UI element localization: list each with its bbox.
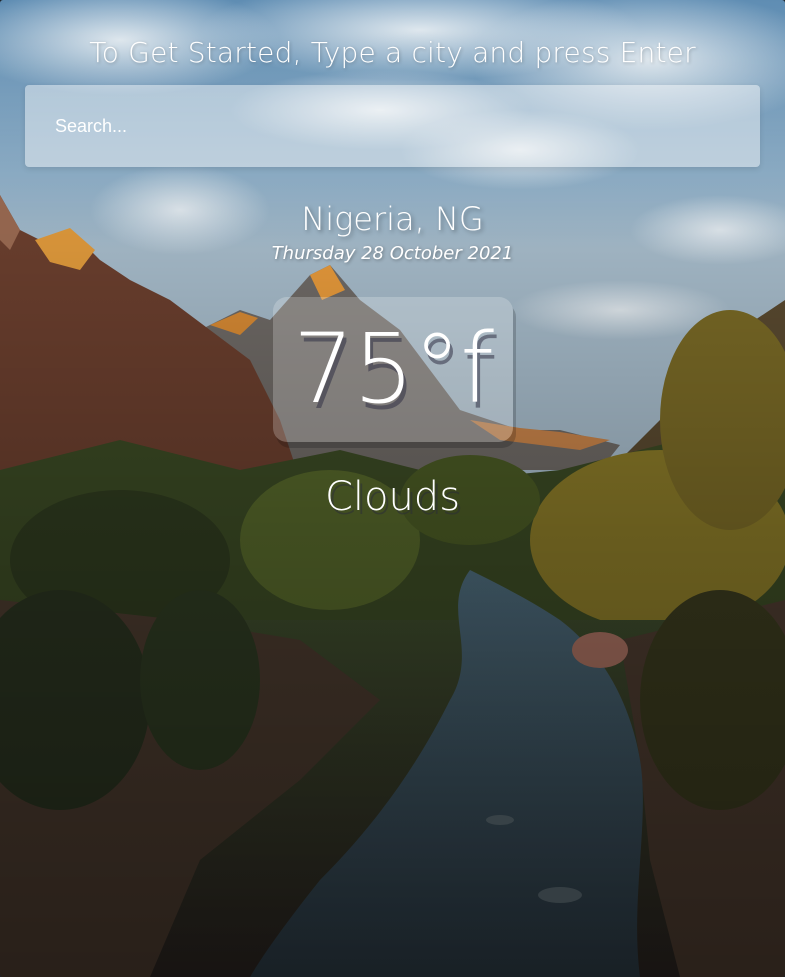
temperature-card: 75°f xyxy=(273,297,513,442)
temperature-value: 75°f xyxy=(293,313,494,425)
weather-condition: Clouds xyxy=(324,474,461,520)
location-label: Nigeria, NG xyxy=(301,200,484,238)
search-box[interactable] xyxy=(25,85,760,167)
weather-app: To Get Started, Type a city and press En… xyxy=(0,0,785,977)
instructions-heading: To Get Started, Type a city and press En… xyxy=(89,36,696,69)
city-search-input[interactable] xyxy=(25,85,760,167)
date-label: Thursday 28 October 2021 xyxy=(271,243,514,264)
